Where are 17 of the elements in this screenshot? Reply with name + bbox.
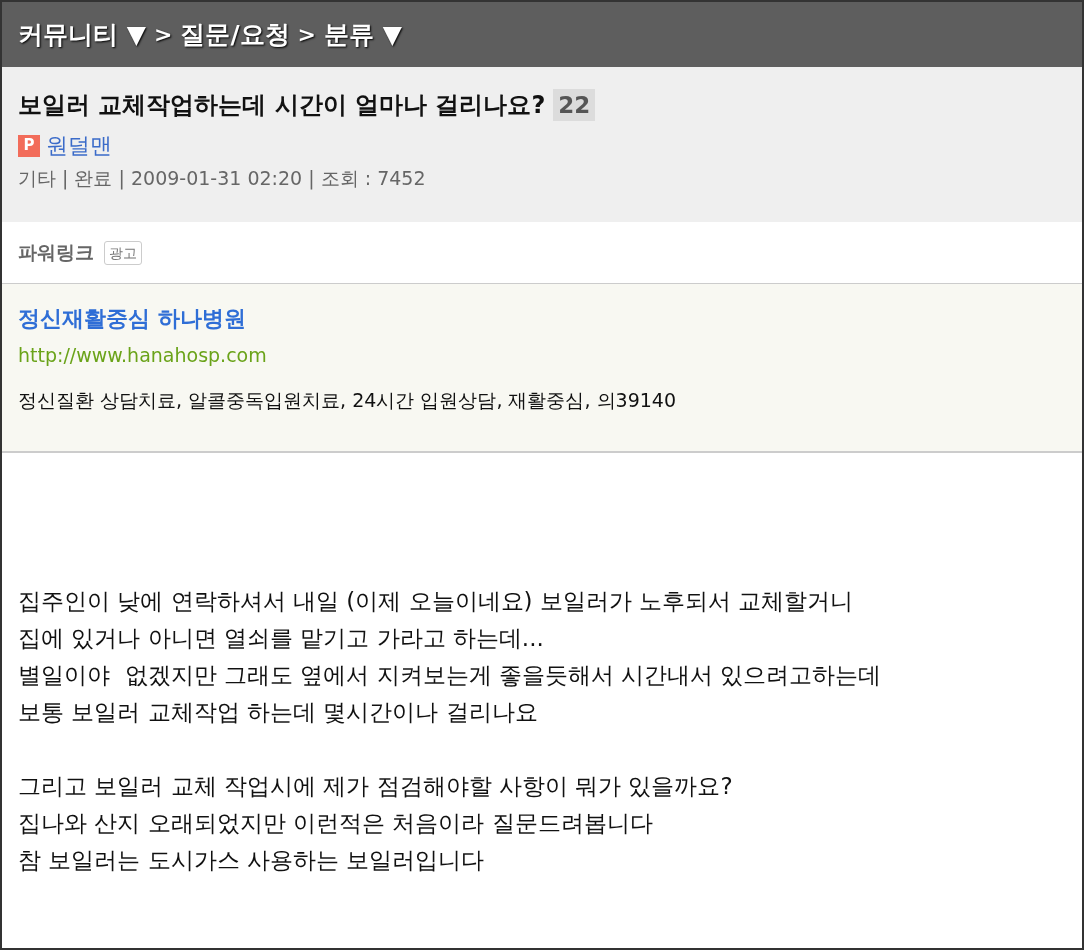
author-link[interactable]: 원덜맨 (46, 129, 112, 162)
ad-title[interactable]: 정신재활중심 하나병원 (18, 302, 1066, 335)
breadcrumb-link[interactable]: 질문/요청 (180, 15, 290, 54)
breadcrumb-link[interactable]: 분류 ▼ (323, 15, 402, 54)
post-meta: 기타 | 완료 | 2009-01-31 02:20 | 조회 : 7452 (18, 166, 427, 192)
comment-count[interactable]: 22 (553, 89, 596, 121)
post-title: 보일러 교체작업하는데 시간이 얼마나 걸리나요? (18, 90, 546, 121)
ad-description: 정신질환 상담치료, 알콜중독입원치료, 24시간 입원상담, 재활중심, 의39140 (18, 387, 677, 413)
ad-url[interactable]: http://www.hanahosp.com (18, 341, 1066, 370)
ad-tag: 광고 (104, 240, 142, 265)
breadcrumb-link[interactable]: 커뮤니티 ▼ (18, 15, 146, 54)
body-paragraph: 집주인이 낮에 연락하셔서 내일 (이제 오늘이네요) 보일러가 노후되서 교체할거니 집에 있거나 아니면 열쇠를 맡기고 가라고 하는데... 별일이야 없겠지만 그래도 옆에서 지켜보는게 좋을듯해서 시간내서 있으려고하는데 보통 보일러 교체작업 하는데 몇시간이나 걸리나요 (18, 587, 883, 727)
breadcrumb-separator: > (153, 21, 173, 49)
powerlink-label: 파워링크 (18, 240, 94, 266)
breadcrumb-separator: > (297, 21, 316, 49)
author-badge: P (18, 134, 40, 157)
body-paragraph: 그리고 보일러 교체 작업시에 제가 점검해야할 사항이 뭐가 있을까요? 집나와 산지 오래되었지만 이런적은 처음이라 질문드려봅니다 참 보일러는 도시가스 사용하는 보일러입니다 (18, 772, 734, 875)
